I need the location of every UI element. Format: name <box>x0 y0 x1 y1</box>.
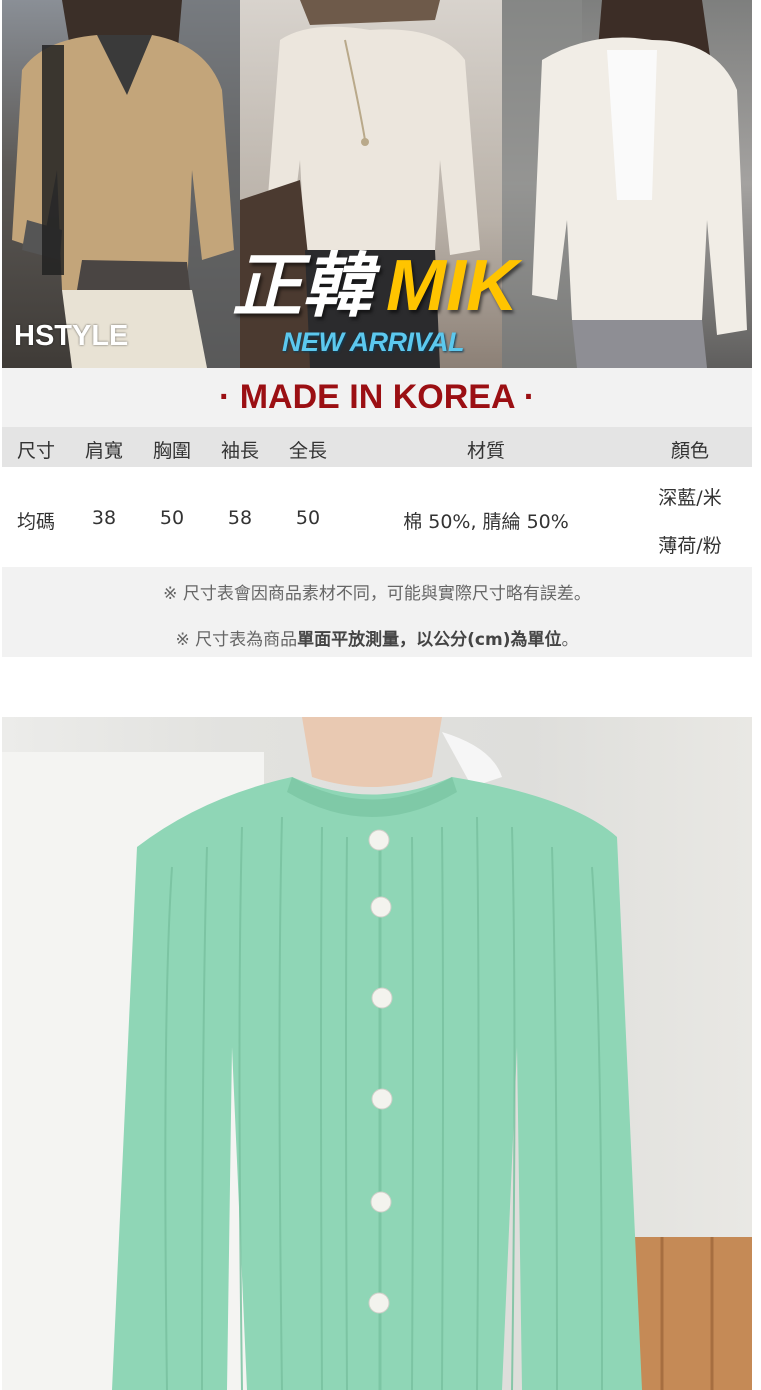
cell-sleeve: 58 <box>227 507 253 529</box>
header-length: 全長 <box>288 440 328 462</box>
header-size: 尺寸 <box>16 440 56 462</box>
cell-size: 均碼 <box>16 511 56 533</box>
cell-length: 50 <box>295 507 321 529</box>
header-shoulder: 肩寬 <box>84 440 124 462</box>
header-sleeve: 袖長 <box>220 440 260 462</box>
size-note-2-suffix: 。 <box>561 630 579 650</box>
cell-material: 棉 50%, 腈綸 50% <box>403 511 569 533</box>
cell-color-1: 深藍/米 <box>658 487 722 509</box>
header-color: 顏色 <box>670 440 710 462</box>
header-material: 材質 <box>466 440 506 462</box>
new-arrival-tagline: NEW ARRIVAL <box>282 327 464 357</box>
size-table-header: 尺寸 肩寬 胸圍 袖長 全長 材質 顏色 <box>2 427 752 467</box>
made-in-korea-band: · MADE IN KOREA · <box>2 368 752 427</box>
size-table: 尺寸 肩寬 胸圍 袖長 全長 材質 顏色 均碼 38 50 58 50 棉 50… <box>2 427 752 567</box>
size-note-2-bold: 單面平放測量，以公分(cm)為單位 <box>297 630 562 650</box>
model-photo-white-cardigan <box>502 0 752 368</box>
model-photo-beige-vest <box>2 0 240 368</box>
header-chest: 胸圍 <box>152 440 192 462</box>
brand-title-zh: 正韓 <box>232 245 372 327</box>
cell-color-2: 薄荷/粉 <box>658 535 722 557</box>
size-note-2-prefix: ※ 尺寸表為商品 <box>175 630 298 650</box>
product-photo-mint-cardigan <box>2 717 752 1390</box>
size-notes: ※ 尺寸表會因商品素材不同，可能與實際尺寸略有誤差。 ※ 尺寸表為商品單面平放測… <box>2 567 752 657</box>
cell-shoulder: 38 <box>91 507 117 529</box>
size-note-2: ※ 尺寸表為商品單面平放測量，以公分(cm)為單位。 <box>2 625 752 650</box>
size-note-1: ※ 尺寸表會因商品素材不同，可能與實際尺寸略有誤差。 <box>163 584 591 604</box>
brand-title-en: MIK <box>386 246 518 326</box>
size-table-row: 均碼 38 50 58 50 棉 50%, 腈綸 50% 深藍/米 薄荷/粉 <box>2 467 752 567</box>
made-in-korea-label: · MADE IN KOREA · <box>218 378 536 416</box>
hstyle-watermark: HSTYLE <box>14 320 129 352</box>
cell-chest: 50 <box>159 507 185 529</box>
hero-banner: HSTYLE 正韓 MIK NEW ARRIVAL <box>2 0 752 368</box>
